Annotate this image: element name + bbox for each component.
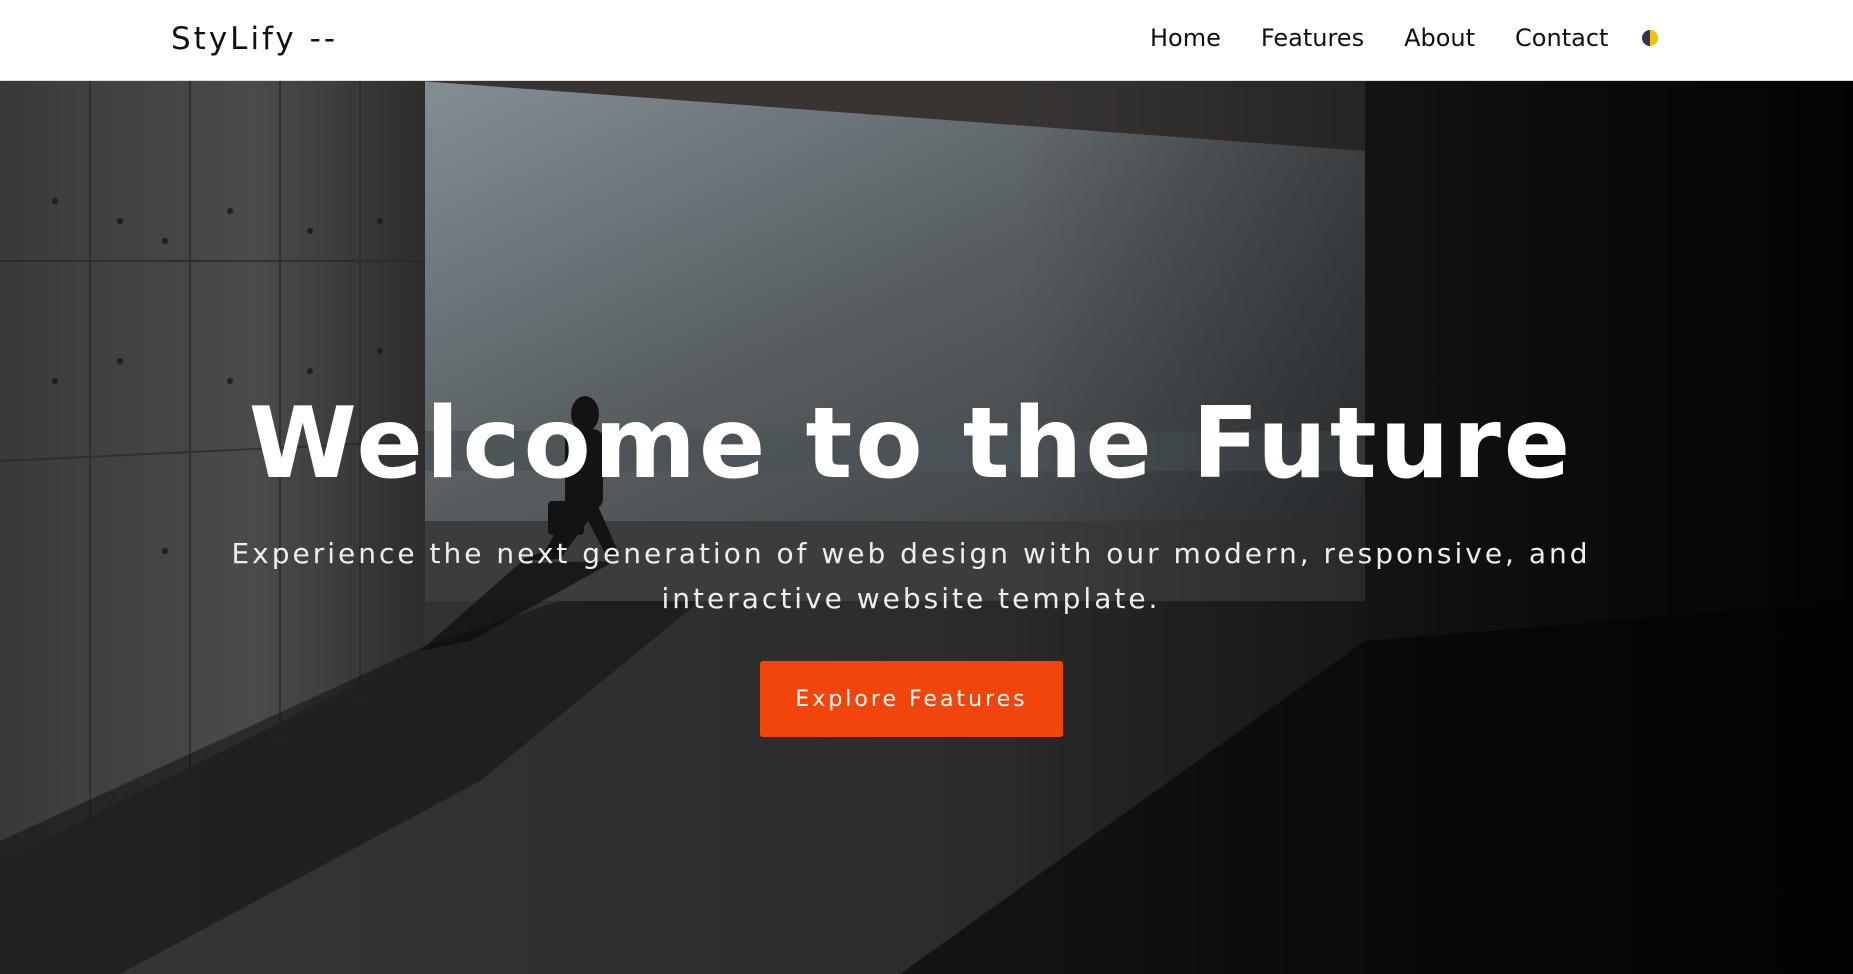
nav-link-about[interactable]: About <box>1404 18 1475 58</box>
brand-logo[interactable]: StyLify -- <box>171 18 338 60</box>
theme-toggle-icon[interactable] <box>1642 30 1658 46</box>
nav-link-home[interactable]: Home <box>1150 18 1221 58</box>
explore-features-button[interactable]: Explore Features <box>760 661 1063 737</box>
hero-subtitle: Experience the next generation of web de… <box>231 537 1591 615</box>
navbar: StyLify -- Home Features About Contact <box>0 0 1853 81</box>
nav-link-features[interactable]: Features <box>1261 18 1364 58</box>
hero-title: Welcome to the Future <box>248 387 1574 501</box>
nav-links: Home Features About Contact <box>1150 18 1608 58</box>
hero-section: Welcome to the Future Experience the nex… <box>0 81 1853 974</box>
hero-overlay <box>0 81 1853 974</box>
nav-link-contact[interactable]: Contact <box>1515 18 1608 58</box>
